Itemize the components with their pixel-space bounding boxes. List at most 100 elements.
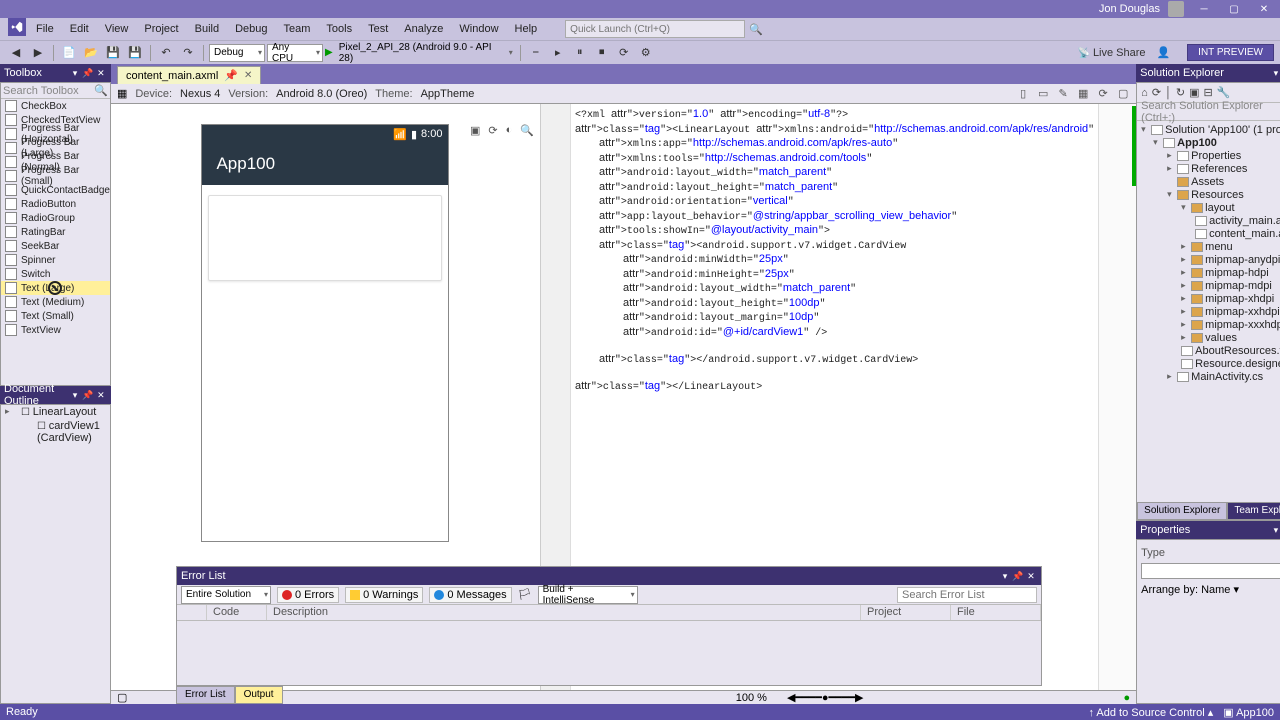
close-icon[interactable]: ✕: [1025, 570, 1037, 582]
sol-node[interactable]: ▾layout: [1137, 201, 1280, 214]
zoom-level[interactable]: 100 %: [736, 692, 767, 704]
sol-node[interactable]: ▸mipmap-mdpi: [1137, 279, 1280, 292]
pin-icon[interactable]: 📌: [1012, 570, 1024, 582]
sol-project[interactable]: ▾App100: [1137, 136, 1280, 149]
sol-node[interactable]: ▸mipmap-xhdpi: [1137, 292, 1280, 305]
sol-node[interactable]: ▸Properties: [1137, 149, 1280, 162]
pin-icon[interactable]: 📌: [82, 389, 94, 401]
close-tab-icon[interactable]: ✕: [244, 70, 252, 81]
pin-icon[interactable]: 📌: [82, 67, 94, 79]
menu-file[interactable]: File: [28, 20, 62, 38]
toolbox-item[interactable]: RadioButton: [1, 197, 110, 211]
landscape-icon[interactable]: ▭: [1036, 87, 1050, 100]
menu-test[interactable]: Test: [360, 20, 396, 38]
an-icon-1[interactable]: ▦: [1076, 87, 1090, 100]
close-icon[interactable]: ✕: [95, 389, 107, 401]
toolbox-item[interactable]: Text (Large): [1, 281, 110, 295]
theme-dropdown[interactable]: AppTheme: [421, 88, 475, 100]
back-icon[interactable]: ◀: [6, 43, 26, 63]
project-selector[interactable]: ▣ App100: [1223, 706, 1274, 719]
solution-search[interactable]: Search Solution Explorer (Ctrl+;)🔍: [1137, 103, 1280, 121]
toolbox-item[interactable]: QuickContactBadge: [1, 183, 110, 197]
toolbox-item[interactable]: RatingBar: [1, 225, 110, 239]
tb-icon-6[interactable]: ⚙: [636, 43, 656, 63]
tb-icon-3[interactable]: ⏸: [570, 43, 590, 63]
close-icon[interactable]: ✕: [95, 67, 107, 79]
tab-solution-explorer[interactable]: Solution Explorer: [1137, 502, 1227, 520]
close-button[interactable]: ✕: [1250, 1, 1278, 17]
tb-icon-4[interactable]: ⏹: [592, 43, 612, 63]
dropdown-icon[interactable]: ▾: [999, 570, 1011, 582]
sol-file[interactable]: activity_main.axml: [1137, 214, 1280, 227]
toolbox-item[interactable]: Text (Medium): [1, 295, 110, 309]
toolbox-item[interactable]: SeekBar: [1, 239, 110, 253]
menu-tools[interactable]: Tools: [318, 20, 360, 38]
open-icon[interactable]: 📂: [81, 43, 101, 63]
grid-icon[interactable]: ▦: [117, 87, 127, 100]
dropdown-icon[interactable]: ▾: [69, 389, 81, 401]
toolbox-item[interactable]: Spinner: [1, 253, 110, 267]
source-control-button[interactable]: ↑ Add to Source Control ▴: [1088, 706, 1213, 719]
minimap[interactable]: [1098, 104, 1136, 690]
outline-root[interactable]: ▸☐ LinearLayout: [1, 405, 110, 419]
menu-edit[interactable]: Edit: [62, 20, 97, 38]
toolbox-item[interactable]: Text (Small): [1, 309, 110, 323]
sol-node[interactable]: ▸values: [1137, 331, 1280, 344]
toolbox-search[interactable]: Search Toolbox 🔍: [1, 83, 110, 99]
sol-node[interactable]: Assets: [1137, 175, 1280, 188]
filter-icon[interactable]: 🏳: [518, 588, 532, 601]
tb-icon-1[interactable]: ⎯: [526, 43, 546, 63]
editor-tab[interactable]: content_main.axml 📌 ✕: [117, 66, 261, 84]
errors-filter[interactable]: 0 Errors: [277, 587, 339, 603]
tb-icon-5[interactable]: ⟳: [614, 43, 634, 63]
dropdown-icon[interactable]: ▾: [69, 67, 81, 79]
pin-icon[interactable]: 📌: [224, 69, 238, 82]
dropdown-icon[interactable]: ▾: [1270, 524, 1280, 536]
tab-output[interactable]: Output: [235, 686, 283, 704]
sol-node[interactable]: ▸References: [1137, 162, 1280, 175]
forward-icon[interactable]: ▶: [28, 43, 48, 63]
play-icon[interactable]: ▶: [325, 47, 333, 58]
sol-file[interactable]: AboutResources.txt: [1137, 344, 1280, 357]
home-icon[interactable]: ⌂: [1141, 87, 1148, 99]
sol-node[interactable]: ▾Resources: [1137, 188, 1280, 201]
refresh-icon[interactable]: ⟳: [1152, 86, 1161, 99]
error-scope-dropdown[interactable]: Entire Solution: [181, 586, 271, 604]
menu-analyze[interactable]: Analyze: [396, 20, 451, 38]
menu-window[interactable]: Window: [451, 20, 506, 38]
sol-node[interactable]: ▸mipmap-xxhdpi: [1137, 305, 1280, 318]
tb-icon-2[interactable]: ▸: [548, 43, 568, 63]
collapse-icon[interactable]: ⊟: [1204, 86, 1213, 99]
warnings-filter[interactable]: 0 Warnings: [345, 587, 423, 603]
sol-file[interactable]: Resource.designer.cs: [1137, 357, 1280, 370]
pt-icon-2[interactable]: ⟳: [488, 124, 497, 137]
sol-node[interactable]: ▸menu: [1137, 240, 1280, 253]
sol-node[interactable]: ▸mipmap-xxxhdpi: [1137, 318, 1280, 331]
outline-child[interactable]: ☐ cardView1 (CardView): [1, 419, 110, 445]
redo-icon[interactable]: ↷: [178, 43, 198, 63]
toolbox-item[interactable]: RadioGroup: [1, 211, 110, 225]
menu-debug[interactable]: Debug: [227, 20, 275, 38]
avatar[interactable]: [1168, 1, 1184, 17]
phone-card-view[interactable]: [208, 195, 442, 281]
an-icon-2[interactable]: ⟳: [1096, 87, 1110, 100]
messages-filter[interactable]: 0 Messages: [429, 587, 511, 603]
minimize-button[interactable]: ─: [1190, 1, 1218, 17]
dropdown-icon[interactable]: ▾: [1270, 67, 1280, 79]
error-search[interactable]: [897, 587, 1037, 603]
sol-node[interactable]: ▸mipmap-anydpi-v26: [1137, 253, 1280, 266]
property-search[interactable]: [1141, 563, 1280, 579]
toolbox-item[interactable]: CheckBox: [1, 99, 110, 113]
live-share-button[interactable]: 📡 Live Share: [1078, 47, 1146, 59]
toolbox-item[interactable]: Progress Bar (Small): [1, 169, 110, 183]
menu-build[interactable]: Build: [187, 20, 227, 38]
portrait-icon[interactable]: ▯: [1016, 87, 1030, 100]
config-dropdown[interactable]: Debug: [209, 44, 265, 62]
sol-root[interactable]: ▾Solution 'App100' (1 project): [1137, 123, 1280, 136]
save-all-icon[interactable]: 💾: [125, 43, 145, 63]
arrange-dropdown[interactable]: Arrange by: Name ▾: [1141, 583, 1239, 596]
sol-file[interactable]: ▸MainActivity.cs: [1137, 370, 1280, 383]
sync-icon[interactable]: ↻: [1176, 86, 1185, 99]
menu-view[interactable]: View: [97, 20, 137, 38]
quick-launch-input[interactable]: [565, 20, 745, 38]
